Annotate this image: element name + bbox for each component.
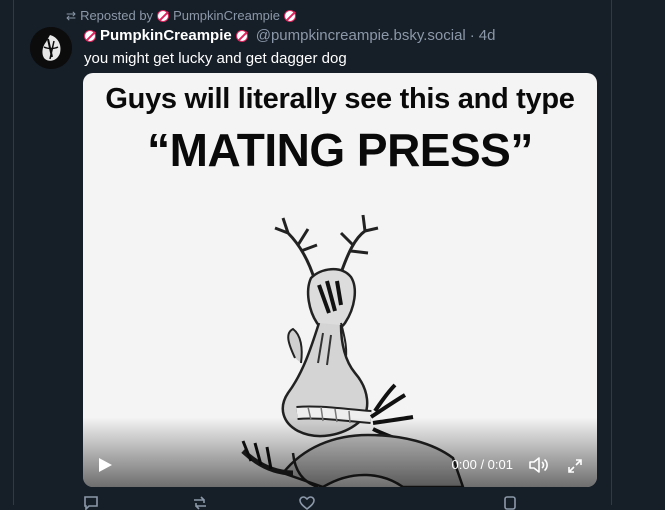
post-header: PumpkinCreampie @pumpkincreampie.bsky.so… (84, 27, 495, 44)
video-caption-line-2: “MATING PRESS” (147, 124, 533, 176)
separator: · (469, 27, 475, 44)
post-actions (83, 496, 563, 510)
adult-content-badge-icon (84, 29, 96, 42)
repost-user-link[interactable]: PumpkinCreampie (173, 8, 280, 23)
video-controls-overlay (83, 417, 597, 487)
video-timecode: 0:00 / 0:01 (451, 457, 513, 472)
adult-content-badge-icon (284, 9, 296, 22)
column-border-right (611, 0, 612, 505)
adult-content-badge-icon (157, 9, 170, 22)
repost-icon: ⇄ (66, 8, 77, 23)
volume-icon (529, 457, 548, 473)
more-button[interactable] (503, 496, 517, 510)
like-icon (299, 496, 315, 510)
author-handle[interactable]: @pumpkincreampie.bsky.social (256, 27, 466, 44)
video-caption-line-1: Guys will literally see this and type (105, 83, 575, 115)
repost-indicator: ⇄ Reposted by PumpkinCreampie (66, 8, 296, 23)
fullscreen-icon (568, 459, 582, 473)
repost-icon (194, 496, 206, 510)
reply-icon (84, 496, 98, 510)
adult-content-badge-icon (235, 29, 248, 42)
more-icon (504, 496, 516, 510)
post-text: you might get lucky and get dagger dog (84, 50, 347, 67)
avatar-image (30, 27, 72, 69)
avatar[interactable] (30, 27, 72, 69)
fullscreen-button[interactable] (567, 458, 583, 474)
volume-button[interactable] (529, 456, 549, 474)
video-embed[interactable]: Guys will literally see this and type “M… (83, 73, 597, 487)
like-button[interactable] (299, 496, 315, 510)
play-icon (99, 458, 112, 472)
reply-button[interactable] (83, 496, 99, 510)
repost-label: Reposted by (80, 8, 154, 23)
repost-button[interactable] (191, 496, 209, 510)
play-button[interactable] (97, 457, 113, 473)
author-display-name[interactable]: PumpkinCreampie (100, 27, 232, 44)
post-timestamp[interactable]: 4d (479, 27, 496, 44)
column-border-left (13, 0, 14, 505)
